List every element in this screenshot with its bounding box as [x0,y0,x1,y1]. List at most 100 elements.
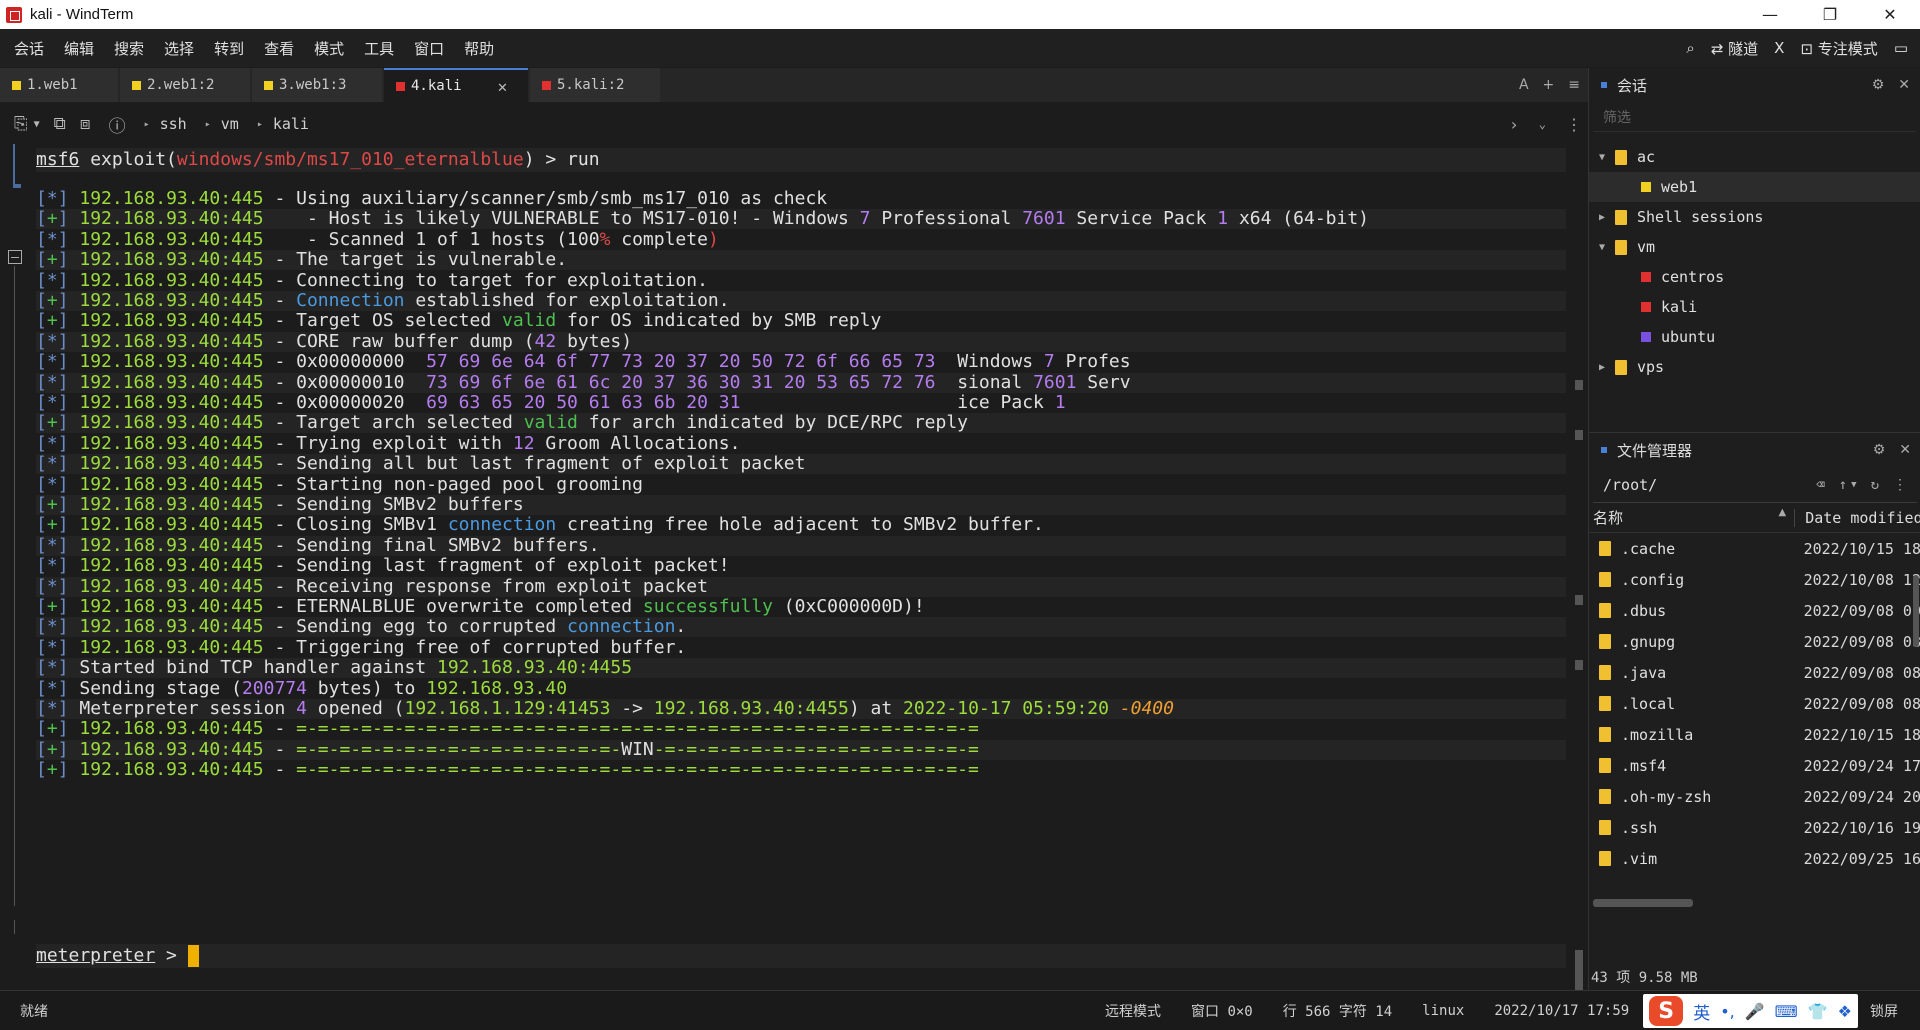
menu-view[interactable]: 查看 [254,38,304,59]
info-icon[interactable]: ⓘ [109,112,126,137]
keyboard-icon[interactable]: ⌨ [1775,1002,1798,1021]
column-date-header[interactable]: Date modified [1794,508,1920,527]
menu-edit[interactable]: 编辑 [54,38,104,59]
status-remote-mode[interactable]: 远程模式 [1105,1001,1161,1021]
meterpreter-prompt-line[interactable]: meterpreter > [36,944,1566,968]
file-date: 2022/09/25 16 [1803,849,1920,868]
focus-mode-button[interactable]: ⊡ 专注模式 [1800,38,1877,59]
file-row[interactable]: .mozilla 2022/10/15 18 [1589,719,1920,750]
target-address: 192.168.93.40:445 [79,575,264,597]
tab-web1-3[interactable]: 3.web1:3 [252,68,382,102]
close-button[interactable]: ✕ [1860,0,1920,29]
tunnel-button[interactable]: ⇄ 隧道 [1711,38,1758,59]
layout-icon[interactable]: ▭ [1894,39,1908,57]
output-segment [1109,698,1120,719]
tree-session-web1[interactable]: web1 [1589,172,1920,202]
minimize-button[interactable]: — [1740,0,1800,29]
fold-toggle-icon[interactable] [8,250,22,264]
font-icon[interactable]: A [1519,77,1529,93]
file-row[interactable]: .dbus 2022/09/08 09 [1589,595,1920,626]
maximize-button[interactable]: ❐ [1800,0,1860,29]
file-path-input[interactable]: /root/ ⌫ ↑ ▼ ↻ ⋮ [1593,467,1917,503]
lock-screen-button[interactable]: 锁屏 [1870,1001,1898,1021]
skin-icon[interactable]: 👕 [1808,1002,1828,1021]
apps-icon[interactable]: ❖ [1838,1002,1852,1021]
status-tag: [*] [36,555,69,577]
sogou-logo-icon[interactable]: S [1649,996,1684,1026]
ime-lang-toggle[interactable]: 英 [1693,999,1710,1024]
collapsed-arrow-icon[interactable]: ▶ [1593,362,1611,373]
output-line: [*] 192.168.93.40:445 - Scanned 1 of 1 h… [36,229,719,250]
output-segment: 1 [1054,392,1066,413]
file-row[interactable]: .cache 2022/10/15 18 [1589,533,1920,564]
duplicate-session-icon[interactable]: ⧉ [54,114,66,134]
tree-session-ubuntu[interactable]: ubuntu [1589,322,1920,352]
tab-web1-2[interactable]: 2.web1:2 [120,68,250,102]
tree-session-centros[interactable]: centros [1589,262,1920,292]
path-ssh[interactable]: ssh [160,115,187,133]
status-tag: [*] [36,575,69,597]
session-filter-input[interactable]: 筛选 [1593,102,1916,132]
terminal-scrollbar[interactable] [1570,144,1588,990]
new-tab-icon[interactable]: + [1543,77,1555,93]
gear-icon[interactable]: ⚙ [1873,442,1886,458]
file-row[interactable]: .ssh 2022/10/16 19 [1589,812,1920,843]
close-icon[interactable]: ✕ [1899,442,1911,458]
more-vertical-icon[interactable]: ⋮ [1893,477,1907,493]
new-session-icon[interactable]: ⎘ [14,114,28,134]
menu-window[interactable]: 窗口 [404,38,454,59]
x-icon[interactable]: X [1774,39,1784,57]
column-name-header[interactable]: 名称 ▲ [1589,507,1794,528]
chevron-down-icon[interactable]: ⌄ [1539,117,1546,131]
clone-session-icon[interactable]: ⧈ [80,114,91,134]
menu-select[interactable]: 选择 [154,38,204,59]
menu-mode[interactable]: 模式 [304,38,354,59]
clear-icon[interactable]: ⌫ [1816,477,1824,493]
tab-kali-2[interactable]: 5.kali:2 [530,68,660,102]
path-kali[interactable]: kali [273,115,309,133]
tree-folder-shell-sessions[interactable]: ▶ Shell sessions [1589,202,1920,232]
chevron-right-icon[interactable]: › [1509,115,1519,134]
tab-close-icon[interactable]: ✕ [498,77,508,96]
chevron-down-icon[interactable]: ▼ [1851,480,1856,490]
file-list-hscroll-thumb[interactable] [1593,899,1693,907]
close-icon[interactable]: ✕ [1898,77,1910,93]
arrow-up-icon[interactable]: ↑ [1839,477,1847,493]
tree-folder-vm[interactable]: ▼ vm [1589,232,1920,262]
file-row[interactable]: .local 2022/09/08 08 [1589,688,1920,719]
menu-tools[interactable]: 工具 [354,38,404,59]
microphone-icon[interactable]: 🎤 [1745,1002,1765,1021]
chevron-down-icon[interactable]: ▼ [34,119,40,130]
collapsed-arrow-icon[interactable]: ▶ [1593,212,1611,223]
gear-icon[interactable]: ⚙ [1872,77,1885,93]
refresh-icon[interactable]: ↻ [1871,477,1879,493]
terminal-scrollbar-thumb[interactable] [1575,950,1583,990]
expanded-arrow-icon[interactable]: ▼ [1593,152,1611,163]
tree-folder-vps[interactable]: ▶ vps [1589,352,1920,382]
target-address: 192.168.93.40:445 [79,432,264,454]
tree-session-kali[interactable]: kali [1589,292,1920,322]
search-icon[interactable]: ⌕ [1686,39,1694,57]
tab-kali[interactable]: 4.kali ✕ [384,68,528,102]
output-segment: Started bind TCP handler against [79,657,437,679]
file-row[interactable]: .config 2022/10/08 12 [1589,564,1920,595]
tab-menu-icon[interactable]: ≡ [1568,77,1580,93]
file-row[interactable]: .oh-my-zsh 2022/09/24 20 [1589,781,1920,812]
file-row[interactable]: .gnupg 2022/09/08 08 [1589,626,1920,657]
terminal-output[interactable]: msf6 exploit(windows/smb/ms17_010_eterna… [0,144,1570,990]
path-vm[interactable]: vm [221,115,239,133]
menu-search[interactable]: 搜索 [104,38,154,59]
expanded-arrow-icon[interactable]: ▼ [1593,242,1611,253]
tree-folder-ac[interactable]: ▼ ac [1589,142,1920,172]
file-row[interactable]: .msf4 2022/09/24 17 [1589,750,1920,781]
file-list-vscroll-thumb[interactable] [1913,575,1919,647]
ime-punct-icon[interactable]: •, [1720,1002,1735,1021]
file-row[interactable]: .vim 2022/09/25 16 [1589,843,1920,874]
tab-web1[interactable]: 1.web1 [0,68,118,102]
file-row[interactable]: .java 2022/09/08 08 [1589,657,1920,688]
menu-goto[interactable]: 转到 [204,38,254,59]
menu-help[interactable]: 帮助 [454,38,504,59]
menu-session[interactable]: 会话 [0,38,54,59]
more-vertical-icon[interactable]: ⋮ [1566,115,1582,134]
tab-bar: 1.web1 2.web1:2 3.web1:3 4.kali ✕ 5.kali… [0,68,1588,102]
